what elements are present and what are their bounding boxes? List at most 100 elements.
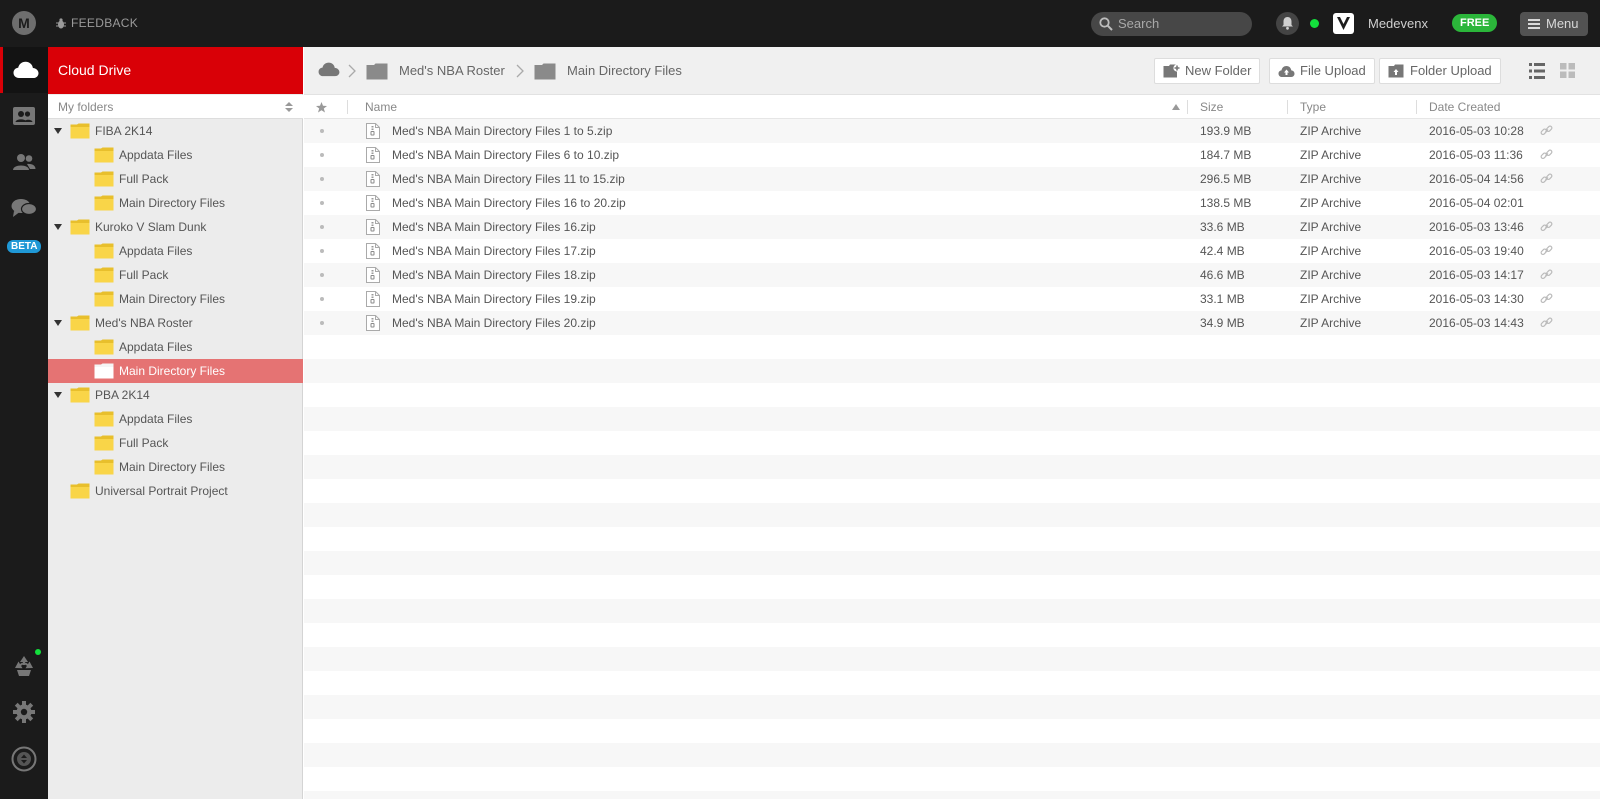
settings-gear-icon (13, 701, 35, 723)
sidebar-folder-item[interactable]: Full Pack (48, 263, 303, 287)
folder-label: Main Directory Files (119, 292, 226, 306)
expand-arrow-icon[interactable] (54, 224, 62, 230)
table-row[interactable]: Med's NBA Main Directory Files 1 to 5.zi… (304, 119, 1600, 143)
sidebar-folder-item[interactable]: Appdata Files (48, 143, 303, 167)
search-input[interactable]: Search (1091, 12, 1252, 36)
table-row[interactable]: Med's NBA Main Directory Files 17.zip 42.… (304, 239, 1600, 263)
sidebar-folder-item[interactable]: Appdata Files (48, 239, 303, 263)
avatar[interactable] (1333, 13, 1354, 34)
sidebar-folder-item[interactable]: Med's NBA Roster (48, 311, 303, 335)
sidebar-folder-item[interactable]: FIBA 2K14 (48, 119, 303, 143)
folder-label: Main Directory Files (119, 364, 226, 378)
expand-arrow-icon[interactable] (54, 392, 62, 398)
column-header-type[interactable]: Type (1300, 95, 1326, 119)
sidebar-folder-item[interactable]: Universal Portrait Project (48, 479, 303, 503)
rail-cloud-drive[interactable] (0, 47, 48, 93)
file-upload-button[interactable]: File Upload (1269, 58, 1375, 84)
table-row[interactable]: Med's NBA Main Directory Files 16 to 20.… (304, 191, 1600, 215)
notifications-button[interactable] (1276, 12, 1299, 35)
sidebar-folder-item[interactable]: Main Directory Files (48, 455, 303, 479)
file-name[interactable]: Med's NBA Main Directory Files 16.zip (392, 215, 596, 239)
rail-transfers[interactable] (0, 736, 48, 782)
file-size: 42.4 MB (1200, 244, 1245, 258)
favourite-toggle[interactable] (320, 249, 324, 253)
table-row[interactable]: Med's NBA Main Directory Files 16.zip 33.… (304, 215, 1600, 239)
folder-icon (70, 123, 90, 139)
sidebar-folder-item[interactable]: Main Directory Files (48, 359, 303, 383)
table-row[interactable]: Med's NBA Main Directory Files 19.zip 33.… (304, 287, 1600, 311)
sidebar-folder-item[interactable]: Main Directory Files (48, 287, 303, 311)
expand-arrow-icon[interactable] (54, 320, 62, 326)
recycle-bin-icon (15, 656, 33, 676)
expand-arrow-icon[interactable] (54, 128, 62, 134)
file-name[interactable]: Med's NBA Main Directory Files 19.zip (392, 287, 596, 311)
column-header-size[interactable]: Size (1200, 95, 1223, 119)
favourite-toggle[interactable] (320, 225, 324, 229)
sort-ascending-icon[interactable] (1172, 104, 1180, 110)
file-date-created: 2016-05-03 10:28 (1429, 124, 1524, 138)
link-icon[interactable] (1540, 293, 1553, 305)
link-icon[interactable] (1540, 269, 1553, 281)
file-name[interactable]: Med's NBA Main Directory Files 6 to 10.z… (392, 143, 619, 167)
star-column-icon[interactable] (316, 102, 327, 113)
sidebar-folder-item[interactable]: Full Pack (48, 431, 303, 455)
menu-button[interactable]: Menu (1520, 12, 1588, 36)
favourite-toggle[interactable] (320, 177, 324, 181)
rail-settings[interactable] (0, 689, 48, 735)
new-folder-button[interactable]: New Folder (1154, 58, 1261, 84)
sidebar-folder-item[interactable]: Appdata Files (48, 407, 303, 431)
sidebar-folder-item[interactable]: Appdata Files (48, 335, 303, 359)
sort-icon[interactable] (285, 102, 293, 112)
empty-row (304, 575, 1600, 599)
favourite-toggle[interactable] (320, 297, 324, 301)
link-icon[interactable] (1540, 221, 1553, 233)
link-icon[interactable] (1540, 173, 1553, 185)
file-date-created: 2016-05-04 02:01 (1429, 196, 1524, 210)
folder-label: FIBA 2K14 (95, 124, 153, 138)
column-header-date-created[interactable]: Date Created (1429, 95, 1500, 119)
file-name[interactable]: Med's NBA Main Directory Files 18.zip (392, 263, 596, 287)
cloud-drive-breadcrumb-icon[interactable] (318, 62, 340, 77)
mega-logo-icon[interactable]: M (12, 11, 36, 35)
favourite-toggle[interactable] (320, 153, 324, 157)
link-icon[interactable] (1540, 149, 1553, 161)
feedback-button[interactable]: FEEDBACK (56, 16, 138, 30)
breadcrumb-item[interactable]: Med's NBA Roster (366, 47, 505, 95)
link-icon[interactable] (1540, 317, 1553, 329)
sidebar-folder-item[interactable]: Kuroko V Slam Dunk (48, 215, 303, 239)
folder-label: Main Directory Files (119, 460, 226, 474)
file-name[interactable]: Med's NBA Main Directory Files 16 to 20.… (392, 191, 626, 215)
breadcrumb-item[interactable]: Main Directory Files (534, 47, 682, 95)
sidebar-folder-item[interactable]: Main Directory Files (48, 191, 303, 215)
table-row[interactable]: Med's NBA Main Directory Files 6 to 10.z… (304, 143, 1600, 167)
rail-rubbish-bin[interactable] (0, 643, 48, 689)
file-name[interactable]: Med's NBA Main Directory Files 11 to 15.… (392, 167, 625, 191)
rail-chat[interactable] (0, 185, 48, 231)
table-row[interactable]: Med's NBA Main Directory Files 11 to 15.… (304, 167, 1600, 191)
rail-shared[interactable] (0, 139, 48, 185)
grid-view-icon[interactable] (1560, 63, 1575, 78)
plan-badge[interactable]: FREE (1452, 14, 1498, 32)
table-row[interactable]: Med's NBA Main Directory Files 18.zip 46.… (304, 263, 1600, 287)
list-view-icon[interactable] (1529, 63, 1545, 79)
column-header-name[interactable]: Name (365, 95, 397, 119)
file-name[interactable]: Med's NBA Main Directory Files 1 to 5.zi… (392, 119, 612, 143)
favourite-toggle[interactable] (320, 129, 324, 133)
file-name[interactable]: Med's NBA Main Directory Files 17.zip (392, 239, 596, 263)
favourite-toggle[interactable] (320, 321, 324, 325)
sidebar-folder-item[interactable]: Full Pack (48, 167, 303, 191)
favourite-toggle[interactable] (320, 201, 324, 205)
file-size: 34.9 MB (1200, 316, 1245, 330)
sidebar-folder-item[interactable]: PBA 2K14 (48, 383, 303, 407)
link-icon[interactable] (1540, 245, 1553, 257)
my-folders-header[interactable]: My folders (48, 95, 303, 119)
link-icon[interactable] (1540, 125, 1553, 137)
rail-contacts[interactable] (0, 93, 48, 139)
username[interactable]: Medevenx (1368, 16, 1428, 31)
folder-upload-button[interactable]: Folder Upload (1379, 58, 1501, 84)
sidebar-title[interactable]: Cloud Drive (48, 47, 303, 94)
file-name[interactable]: Med's NBA Main Directory Files 20.zip (392, 311, 596, 335)
table-row[interactable]: Med's NBA Main Directory Files 20.zip 34.… (304, 311, 1600, 335)
hamburger-icon (1528, 19, 1540, 29)
favourite-toggle[interactable] (320, 273, 324, 277)
